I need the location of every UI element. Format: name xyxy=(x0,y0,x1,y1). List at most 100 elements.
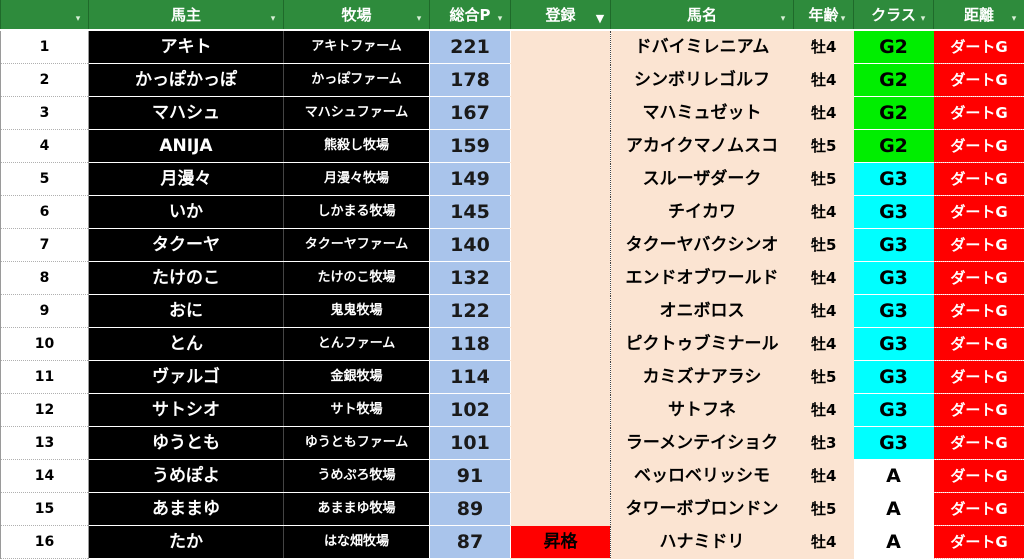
farm-cell[interactable]: とんファーム xyxy=(284,328,430,361)
farm-cell[interactable]: うめぷろ牧場 xyxy=(284,460,430,493)
horse-name-cell[interactable]: ドバイミレニアム xyxy=(611,30,794,64)
class-cell[interactable]: G2 xyxy=(854,64,934,97)
row-number-cell[interactable]: 12 xyxy=(1,394,89,427)
horse-name-cell[interactable]: アカイクマノムスコ xyxy=(611,130,794,163)
owner-cell[interactable]: うめぽよ xyxy=(89,460,284,493)
distance-cell[interactable]: ダートG xyxy=(934,394,1024,427)
owner-cell[interactable]: アキト xyxy=(89,30,284,64)
filter-icon[interactable]: ▾ xyxy=(494,14,506,24)
distance-cell[interactable]: ダートG xyxy=(934,526,1024,559)
distance-cell[interactable]: ダートG xyxy=(934,427,1024,460)
age-cell[interactable]: 牡4 xyxy=(794,328,854,361)
register-cell[interactable] xyxy=(511,30,611,64)
class-cell[interactable]: G2 xyxy=(854,30,934,64)
points-cell[interactable]: 140 xyxy=(430,229,511,262)
filter-icon[interactable]: ▾ xyxy=(267,14,279,24)
owner-cell[interactable]: かっぽかっぽ xyxy=(89,64,284,97)
owner-cell[interactable]: マハシュ xyxy=(89,97,284,130)
horse-name-cell[interactable]: カミズナアラシ xyxy=(611,361,794,394)
horse-name-cell[interactable]: タワーボブロンドン xyxy=(611,493,794,526)
owner-cell[interactable]: タクーヤ xyxy=(89,229,284,262)
row-number-cell[interactable]: 15 xyxy=(1,493,89,526)
horse-name-cell[interactable]: チイカワ xyxy=(611,196,794,229)
owner-cell[interactable]: とん xyxy=(89,328,284,361)
horse-name-cell[interactable]: スルーザダーク xyxy=(611,163,794,196)
row-number-cell[interactable]: 5 xyxy=(1,163,89,196)
points-cell[interactable]: 149 xyxy=(430,163,511,196)
age-cell[interactable]: 牡4 xyxy=(794,295,854,328)
row-number-cell[interactable]: 2 xyxy=(1,64,89,97)
farm-cell[interactable]: かっぽファーム xyxy=(284,64,430,97)
points-cell[interactable]: 89 xyxy=(430,493,511,526)
row-number-cell[interactable]: 6 xyxy=(1,196,89,229)
age-cell[interactable]: 牡4 xyxy=(794,97,854,130)
points-cell[interactable]: 178 xyxy=(430,64,511,97)
row-number-cell[interactable]: 7 xyxy=(1,229,89,262)
age-cell[interactable]: 牡5 xyxy=(794,493,854,526)
age-cell[interactable]: 牡4 xyxy=(794,196,854,229)
class-cell[interactable]: G3 xyxy=(854,427,934,460)
age-cell[interactable]: 牡5 xyxy=(794,130,854,163)
distance-cell[interactable]: ダートG xyxy=(934,196,1024,229)
points-cell[interactable]: 132 xyxy=(430,262,511,295)
owner-cell[interactable]: サトシオ xyxy=(89,394,284,427)
row-number-cell[interactable]: 11 xyxy=(1,361,89,394)
register-cell[interactable] xyxy=(511,460,611,493)
filter-icon[interactable]: ▾ xyxy=(837,14,849,24)
farm-cell[interactable]: 熊殺し牧場 xyxy=(284,130,430,163)
points-cell[interactable]: 91 xyxy=(430,460,511,493)
register-cell[interactable] xyxy=(511,229,611,262)
register-cell[interactable] xyxy=(511,163,611,196)
register-cell[interactable] xyxy=(511,262,611,295)
horse-name-cell[interactable]: オニボロス xyxy=(611,295,794,328)
class-cell[interactable]: G3 xyxy=(854,394,934,427)
owner-cell[interactable]: いか xyxy=(89,196,284,229)
row-number-cell[interactable]: 13 xyxy=(1,427,89,460)
distance-cell[interactable]: ダートG xyxy=(934,328,1024,361)
points-cell[interactable]: 145 xyxy=(430,196,511,229)
register-cell[interactable] xyxy=(511,295,611,328)
age-cell[interactable]: 牡5 xyxy=(794,163,854,196)
age-cell[interactable]: 牡3 xyxy=(794,427,854,460)
farm-cell[interactable]: サト牧場 xyxy=(284,394,430,427)
age-cell[interactable]: 牡5 xyxy=(794,229,854,262)
distance-cell[interactable]: ダートG xyxy=(934,493,1024,526)
farm-cell[interactable]: たけのこ牧場 xyxy=(284,262,430,295)
register-cell[interactable] xyxy=(511,328,611,361)
farm-cell[interactable]: はな畑牧場 xyxy=(284,526,430,559)
points-cell[interactable]: 167 xyxy=(430,97,511,130)
row-number-cell[interactable]: 1 xyxy=(1,30,89,64)
age-cell[interactable]: 牡4 xyxy=(794,64,854,97)
filter-icon[interactable]: ▾ xyxy=(413,14,425,24)
class-cell[interactable]: G3 xyxy=(854,328,934,361)
distance-cell[interactable]: ダートG xyxy=(934,97,1024,130)
owner-cell[interactable]: たか xyxy=(89,526,284,559)
owner-cell[interactable]: ヴァルゴ xyxy=(89,361,284,394)
class-cell[interactable]: G2 xyxy=(854,97,934,130)
class-cell[interactable]: A xyxy=(854,526,934,559)
register-cell[interactable] xyxy=(511,97,611,130)
filter-active-icon[interactable]: ▼ xyxy=(594,14,606,24)
horse-name-cell[interactable]: ベッロベリッシモ xyxy=(611,460,794,493)
farm-cell[interactable]: あままゆ牧場 xyxy=(284,493,430,526)
horse-name-cell[interactable]: マハミュゼット xyxy=(611,97,794,130)
filter-icon[interactable]: ▾ xyxy=(1008,14,1020,24)
distance-cell[interactable]: ダートG xyxy=(934,229,1024,262)
points-cell[interactable]: 118 xyxy=(430,328,511,361)
row-number-cell[interactable]: 10 xyxy=(1,328,89,361)
points-cell[interactable]: 101 xyxy=(430,427,511,460)
distance-cell[interactable]: ダートG xyxy=(934,130,1024,163)
register-cell[interactable] xyxy=(511,361,611,394)
horse-name-cell[interactable]: ハナミドリ xyxy=(611,526,794,559)
age-cell[interactable]: 牡4 xyxy=(794,262,854,295)
distance-cell[interactable]: ダートG xyxy=(934,262,1024,295)
row-number-cell[interactable]: 16 xyxy=(1,526,89,559)
farm-cell[interactable]: ゆうともファーム xyxy=(284,427,430,460)
farm-cell[interactable]: 鬼鬼牧場 xyxy=(284,295,430,328)
filter-icon[interactable]: ▾ xyxy=(777,14,789,24)
farm-cell[interactable]: マハシュファーム xyxy=(284,97,430,130)
farm-cell[interactable]: 金銀牧場 xyxy=(284,361,430,394)
filter-icon[interactable]: ▾ xyxy=(917,14,929,24)
horse-name-cell[interactable]: シンボリレゴルフ xyxy=(611,64,794,97)
distance-cell[interactable]: ダートG xyxy=(934,295,1024,328)
